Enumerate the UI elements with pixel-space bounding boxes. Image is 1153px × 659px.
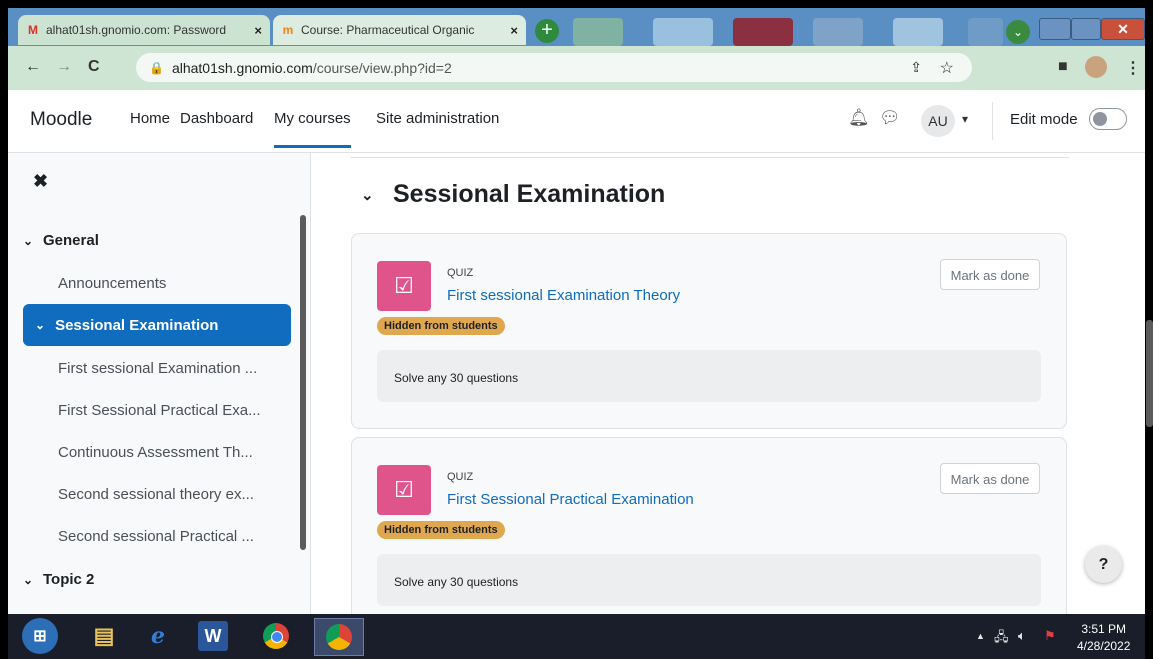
browser-tab-strip: M alhat01sh.gnomio.com: Password × m Cou… [8,8,1145,46]
blurred-tab[interactable] [813,18,863,46]
back-icon[interactable]: ← [25,58,41,76]
activity-card: ☑ QUIZ First sessional Examination Theor… [351,233,1067,429]
activity-description: Solve any 30 questions [377,554,1041,606]
moodle-icon: m [282,23,294,37]
divider [351,157,1069,158]
index-item[interactable]: Announcements [58,275,166,292]
index-item[interactable]: First Sessional Practical Exa... [58,402,261,419]
blurred-tab[interactable] [893,18,943,46]
chevron-down-icon[interactable]: ▾ [962,112,968,126]
activity-type: QUIZ [447,471,474,483]
clock-date: 4/28/2022 [1077,639,1131,653]
internet-explorer-icon[interactable]: e [140,618,176,654]
blurred-tab[interactable] [653,18,713,46]
course-content: ⌄ Sessional Examination ☑ QUIZ First ses… [311,153,1145,614]
tab-course[interactable]: m Course: Pharmaceutical Organic × [273,15,526,45]
index-item[interactable]: Second sessional Practical ... [58,528,254,545]
gmail-icon: M [28,23,38,37]
side-panel-icon[interactable]: ■ [1058,58,1068,76]
new-tab-button[interactable]: + [535,19,559,43]
tab-title: alhat01sh.gnomio.com: Password [46,23,227,37]
nav-my-courses[interactable]: My courses [274,110,351,148]
notifications-bell-icon[interactable]: 🔔︎ [848,108,870,128]
minimize-button[interactable] [1039,18,1071,40]
windows-start-icon[interactable]: ⊞ [22,618,58,654]
network-icon[interactable]: 🖧︎ [994,628,1009,650]
chevron-down-icon[interactable]: ⌄ [35,318,45,332]
edit-mode-toggle[interactable] [1089,108,1127,130]
chrome-icon[interactable] [258,618,294,654]
activity-link[interactable]: First Sessional Practical Examination [447,491,694,508]
mark-as-done-button[interactable]: Mark as done [940,259,1040,290]
quiz-icon: ☑ [377,261,431,311]
section-topic-2[interactable]: ⌄ Topic 2 [23,571,94,588]
url-host: alhat01sh.gnomio.com [171,59,313,76]
forward-icon[interactable]: → [56,58,72,76]
chevron-down-icon[interactable]: ⌄ [361,186,374,204]
volume-icon[interactable]: 🔈︎ [1018,628,1026,644]
hidden-badge: Hidden from students [377,521,505,539]
moodle-navbar: Moodle Home Dashboard My courses Site ad… [8,90,1145,153]
active-chrome-window-icon[interactable] [314,618,364,656]
file-explorer-icon[interactable]: ▤ [86,618,122,654]
course-index-drawer: ✖ ⌄ General Announcements ⌄ Sessional Ex… [8,153,311,614]
mark-as-done-button[interactable]: Mark as done [940,463,1040,494]
user-avatar[interactable]: AU [921,105,955,137]
bookmark-star-icon[interactable]: ☆ [940,58,954,78]
taskbar-clock[interactable]: 3:51 PM 4/28/2022 [1077,621,1130,655]
index-item[interactable]: First sessional Examination ... [58,360,257,377]
windows-taskbar: ⊞ ▤ e W ▲ 🖧︎ 🔈︎ ⚑ 3:51 PM 4/28/2022 [8,614,1145,659]
section-label: General [43,232,99,249]
blurred-tab[interactable] [733,18,793,46]
address-bar[interactable]: 🔒 alhat01sh.gnomio.com/course/view.php?i… [136,53,972,82]
section-heading: Sessional Examination [393,180,666,208]
nav-dashboard[interactable]: Dashboard [180,110,253,127]
action-center-flag-icon[interactable]: ⚑ [1044,628,1056,644]
chevron-down-icon[interactable]: ⌄ [23,234,33,248]
reload-icon[interactable]: C [88,58,100,76]
close-drawer-icon[interactable]: ✖ [33,171,48,192]
section-label: Topic 2 [43,571,95,588]
help-button[interactable]: ? [1085,546,1122,583]
close-tab-icon[interactable]: × [510,23,518,38]
chevron-down-icon[interactable]: ⌄ [23,573,33,587]
close-tab-icon[interactable]: × [254,23,262,38]
page-scrollbar[interactable] [1146,320,1153,427]
blurred-tab[interactable] [968,18,1003,46]
drawer-scrollbar[interactable] [300,215,306,550]
edit-mode-label: Edit mode [1010,111,1078,128]
index-item[interactable]: Second sessional theory ex... [58,486,254,503]
tab-title: Course: Pharmaceutical Organic [301,23,475,37]
maximize-button[interactable] [1071,18,1101,40]
messages-icon[interactable]: 💬︎ [879,108,901,128]
index-item[interactable]: Continuous Assessment Th... [58,444,253,461]
word-icon[interactable]: W [198,621,228,651]
activity-card: ☑ QUIZ First Sessional Practical Examina… [351,437,1067,614]
menu-icon[interactable]: ⋮ [1125,58,1141,78]
tab-gmail[interactable]: M alhat01sh.gnomio.com: Password × [18,15,270,45]
quiz-icon: ☑ [377,465,431,515]
activity-link[interactable]: First sessional Examination Theory [447,287,680,304]
site-brand[interactable]: Moodle [30,109,92,131]
url-path: /course/view.php?id=2 [312,59,452,76]
show-hidden-icons[interactable]: ▲ [976,631,985,641]
clock-time: 3:51 PM [1081,622,1127,636]
nav-home[interactable]: Home [130,110,170,127]
tab-search-icon[interactable]: ⌄ [1006,20,1030,44]
divider [992,102,993,140]
hidden-badge: Hidden from students [377,317,505,335]
lock-icon: 🔒 [149,60,164,75]
nav-site-administration[interactable]: Site administration [376,110,499,127]
share-icon[interactable]: ⇪ [910,59,922,76]
blurred-tab[interactable] [573,18,623,46]
section-sessional-examination[interactable]: ⌄ Sessional Examination [23,304,291,346]
browser-toolbar: ← → C 🔒 alhat01sh.gnomio.com/course/view… [8,46,1145,90]
activity-description: Solve any 30 questions [377,350,1041,402]
activity-type: QUIZ [447,267,474,279]
close-window-button[interactable]: ✕ [1101,18,1145,40]
section-general[interactable]: ⌄ General [23,232,99,249]
section-label: Sessional Examination [55,316,219,334]
profile-avatar[interactable] [1085,56,1107,78]
toggle-knob [1093,112,1107,126]
